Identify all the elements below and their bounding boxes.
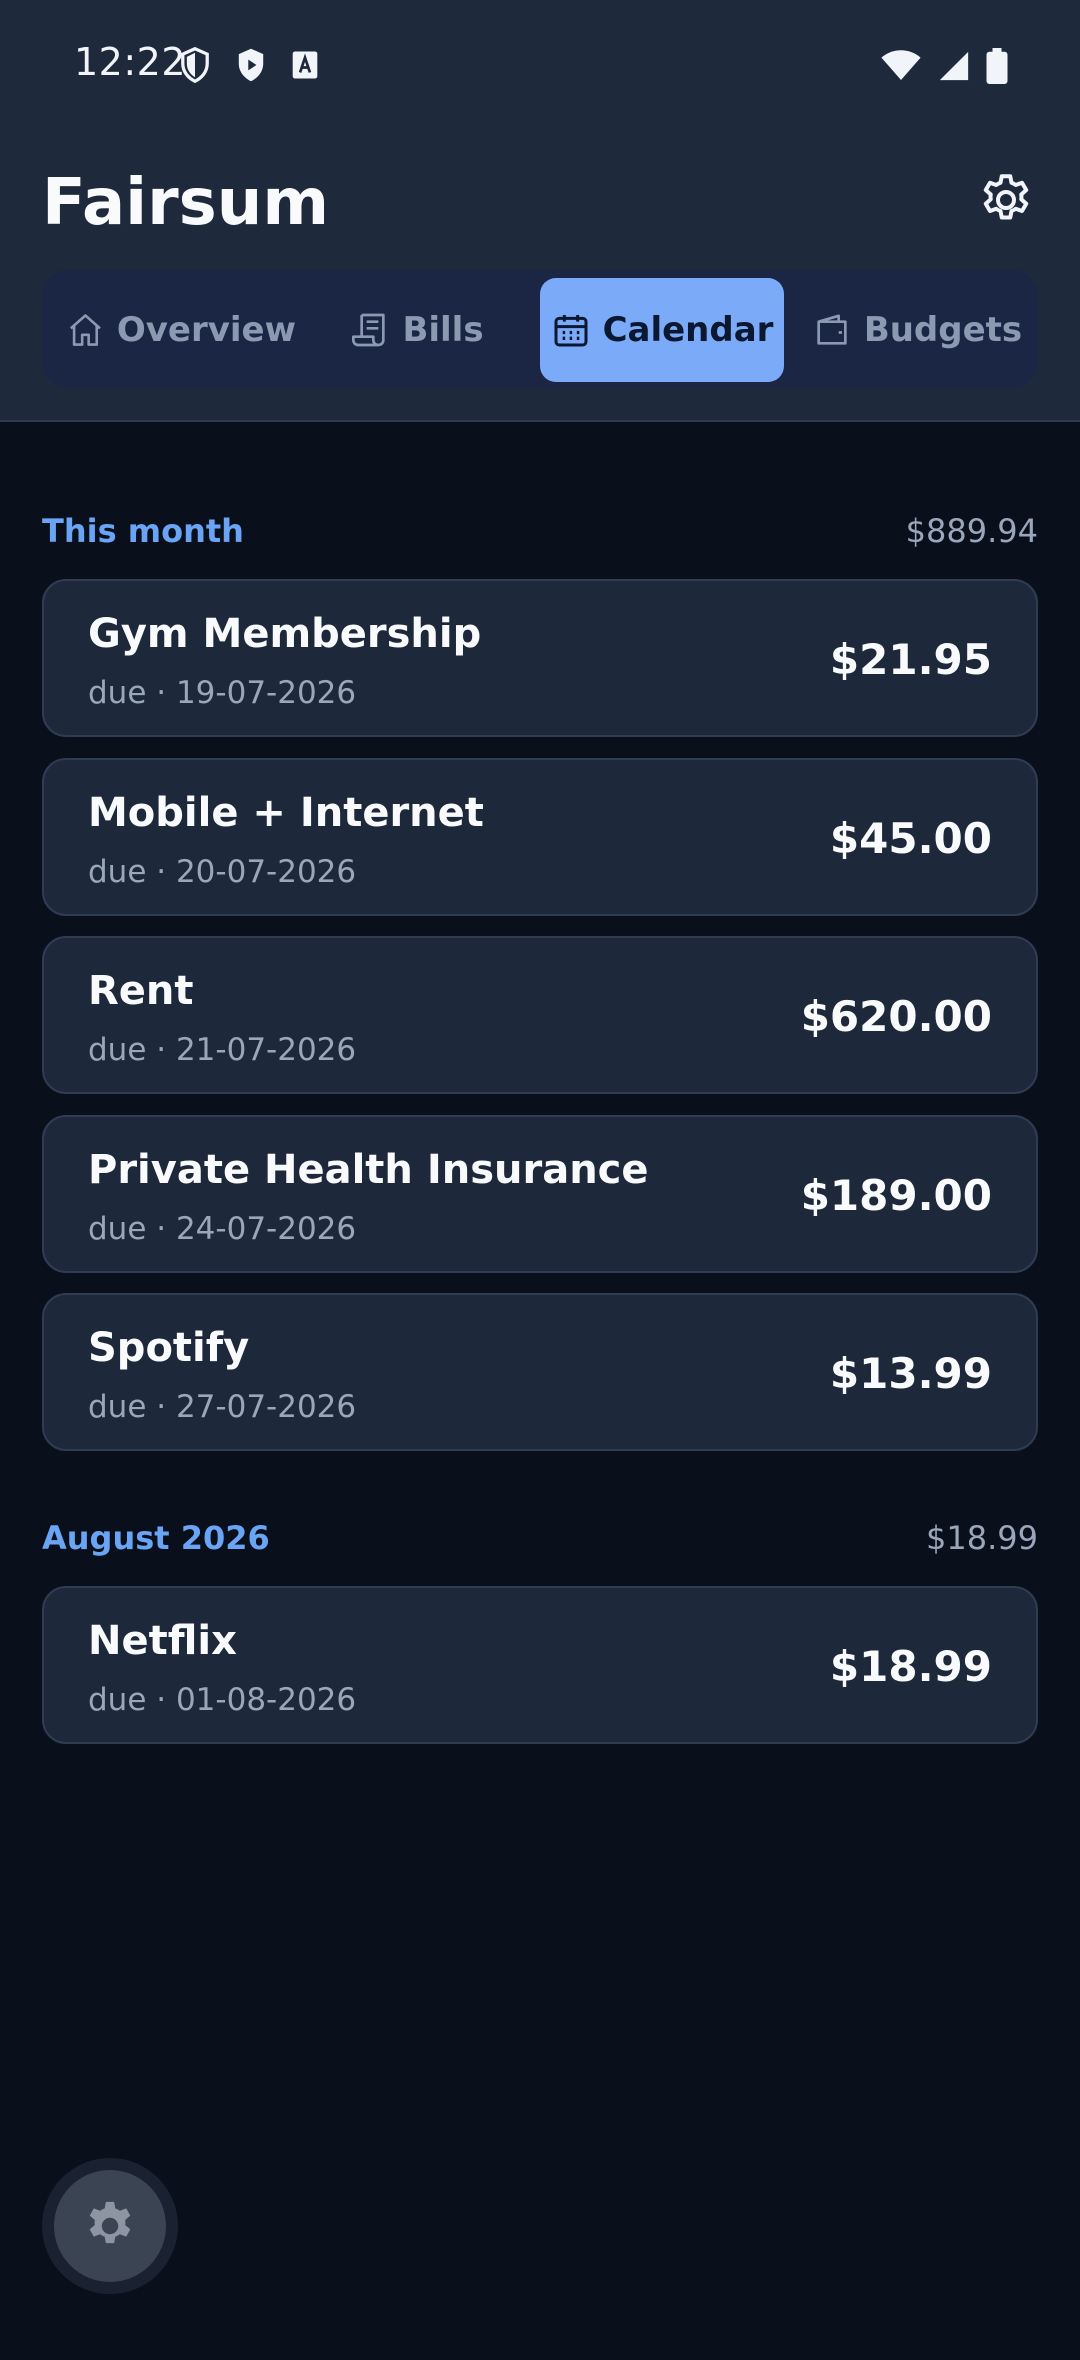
tab-bills-label: Bills (402, 310, 484, 350)
tab-bills[interactable]: Bills (332, 278, 502, 382)
play-protect-icon (238, 48, 264, 82)
app-title: Fairsum (42, 166, 329, 240)
section-header-august-2026: August 2026 $18.99 (42, 1519, 1038, 1557)
section-header-this-month: This month $889.94 (42, 512, 1038, 550)
receipt-icon (352, 313, 386, 347)
bill-name: Spotify (88, 1325, 250, 1371)
tab-overview-label: Overview (116, 310, 296, 350)
bill-amount: $620.00 (800, 992, 992, 1041)
keyboard-a-icon (292, 51, 318, 79)
bill-card-gym-membership[interactable]: Gym Membership due · 19-07-2026 $21.95 (42, 579, 1038, 737)
tab-calendar-label: Calendar (602, 310, 774, 350)
tab-calendar[interactable]: Calendar (540, 278, 784, 382)
bill-name: Rent (88, 968, 194, 1014)
bill-card-mobile-internet[interactable]: Mobile + Internet due · 20-07-2026 $45.0… (42, 758, 1038, 916)
section-title: This month (42, 512, 244, 550)
section-total: $889.94 (905, 512, 1038, 550)
bill-card-rent[interactable]: Rent due · 21-07-2026 $620.00 (42, 936, 1038, 1094)
bill-amount: $18.99 (829, 1642, 992, 1691)
bill-due-date: due · 19-07-2026 (88, 675, 357, 711)
cellular-signal-icon (939, 51, 969, 81)
bill-name: Netflix (88, 1618, 237, 1664)
gear-filled-icon (89, 2201, 131, 2244)
bill-amount: $45.00 (829, 814, 992, 863)
bill-amount: $13.99 (829, 1349, 992, 1398)
bill-due-date: due · 24-07-2026 (88, 1211, 357, 1247)
bill-card-netflix[interactable]: Netflix due · 01-08-2026 $18.99 (42, 1586, 1038, 1744)
status-system-icons (880, 48, 1008, 84)
section-total: $18.99 (926, 1519, 1038, 1557)
calendar-icon (554, 315, 588, 347)
status-notification-icons (178, 46, 320, 84)
bill-amount: $189.00 (800, 1171, 992, 1220)
bill-name: Private Health Insurance (88, 1147, 649, 1193)
tab-overview[interactable]: Overview (66, 278, 296, 382)
bill-due-date: due · 20-07-2026 (88, 854, 357, 890)
bill-card-spotify[interactable]: Spotify due · 27-07-2026 $13.99 (42, 1293, 1038, 1451)
gear-icon (983, 174, 1029, 220)
tab-bar: Overview Bills Calendar Budgets (42, 270, 1038, 388)
bill-amount: $21.95 (829, 635, 992, 684)
bill-due-date: due · 01-08-2026 (88, 1682, 357, 1718)
tab-budgets[interactable]: Budgets (808, 278, 1026, 382)
bill-due-date: due · 27-07-2026 (88, 1389, 357, 1425)
bill-card-private-health-insurance[interactable]: Private Health Insurance due · 24-07-202… (42, 1115, 1038, 1273)
settings-button[interactable] (970, 164, 1042, 236)
wifi-icon (881, 50, 921, 80)
home-icon (69, 314, 101, 346)
tab-budgets-label: Budgets (863, 310, 1023, 350)
vpn-shield-icon (181, 46, 209, 84)
bill-name: Gym Membership (88, 611, 482, 657)
status-bar: 12:22 (0, 0, 1080, 132)
bill-name: Mobile + Internet (88, 790, 484, 836)
app-header: 12:22 Fairsum Overview Bills Calendar Bu… (0, 0, 1080, 422)
wallet-icon (817, 314, 847, 345)
status-time: 12:22 (74, 40, 187, 84)
battery-icon (986, 48, 1008, 84)
bill-due-date: due · 21-07-2026 (88, 1032, 357, 1068)
section-title: August 2026 (42, 1519, 270, 1557)
floating-settings-button-container (42, 2158, 178, 2294)
floating-settings-button[interactable] (54, 2170, 166, 2282)
